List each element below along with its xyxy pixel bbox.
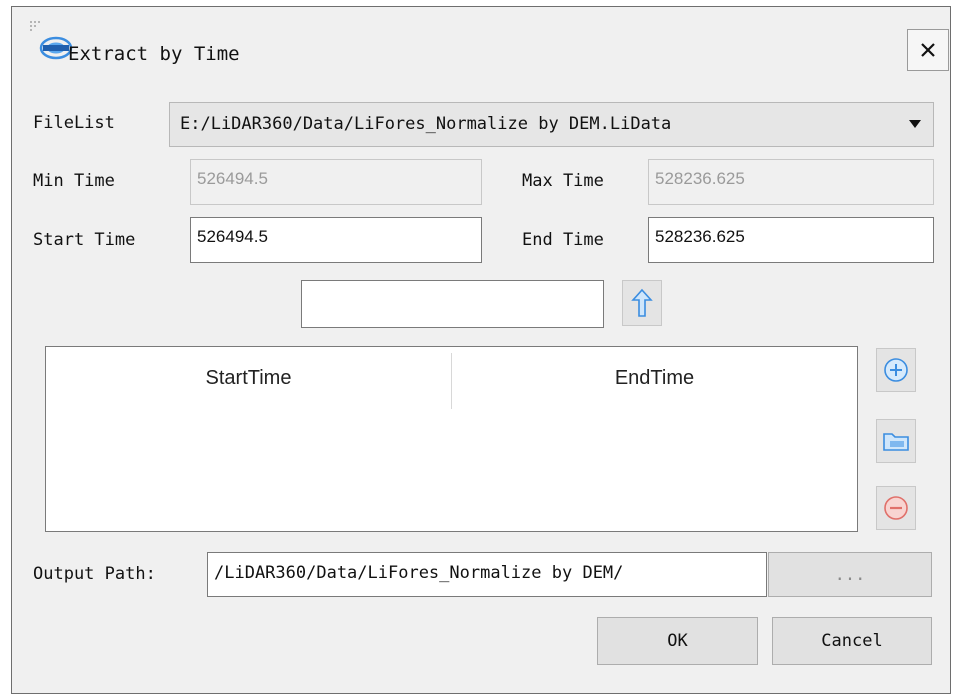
extract-by-time-dialog: Extract by Time FileList E:/LiDAR360/Dat… [11,6,951,694]
max-time-field: 528236.625 [648,159,934,205]
browse-button[interactable]: ... [768,552,932,597]
ok-button[interactable]: OK [597,617,758,665]
cancel-button[interactable]: Cancel [772,617,932,665]
max-time-label: Max Time [522,171,604,191]
drag-grip-icon [30,21,40,31]
column-header-starttime[interactable]: StartTime [46,347,451,409]
filelist-dropdown[interactable]: E:/LiDAR360/Data/LiFores_Normalize by DE… [169,102,934,147]
time-input[interactable] [301,280,604,328]
move-up-button[interactable] [622,280,662,326]
chevron-down-icon [909,120,921,128]
time-range-table[interactable]: StartTime EndTime [45,346,858,532]
filelist-label: FileList [33,113,115,133]
end-time-input[interactable]: 528236.625 [648,217,934,263]
end-time-label: End Time [522,230,604,250]
folder-icon [883,433,909,451]
filelist-selected: E:/LiDAR360/Data/LiFores_Normalize by DE… [180,114,672,134]
column-header-endtime[interactable]: EndTime [452,347,857,409]
open-file-button[interactable] [876,419,916,463]
output-path-input[interactable]: /LiDAR360/Data/LiFores_Normalize by DEM/ [207,552,767,597]
close-icon [921,43,935,57]
start-time-label: Start Time [33,230,136,250]
title-bar: Extract by Time [12,7,950,87]
add-range-button[interactable] [876,348,916,392]
dialog-title: Extract by Time [68,43,240,65]
output-path-label: Output Path: [33,564,156,584]
min-time-field: 526494.5 [190,159,482,205]
up-arrow-icon [631,288,653,317]
remove-icon [884,496,908,520]
start-time-input[interactable]: 526494.5 [190,217,482,263]
close-button[interactable] [907,29,949,71]
min-time-label: Min Time [33,171,115,191]
remove-range-button[interactable] [876,486,916,530]
add-icon [884,358,908,382]
